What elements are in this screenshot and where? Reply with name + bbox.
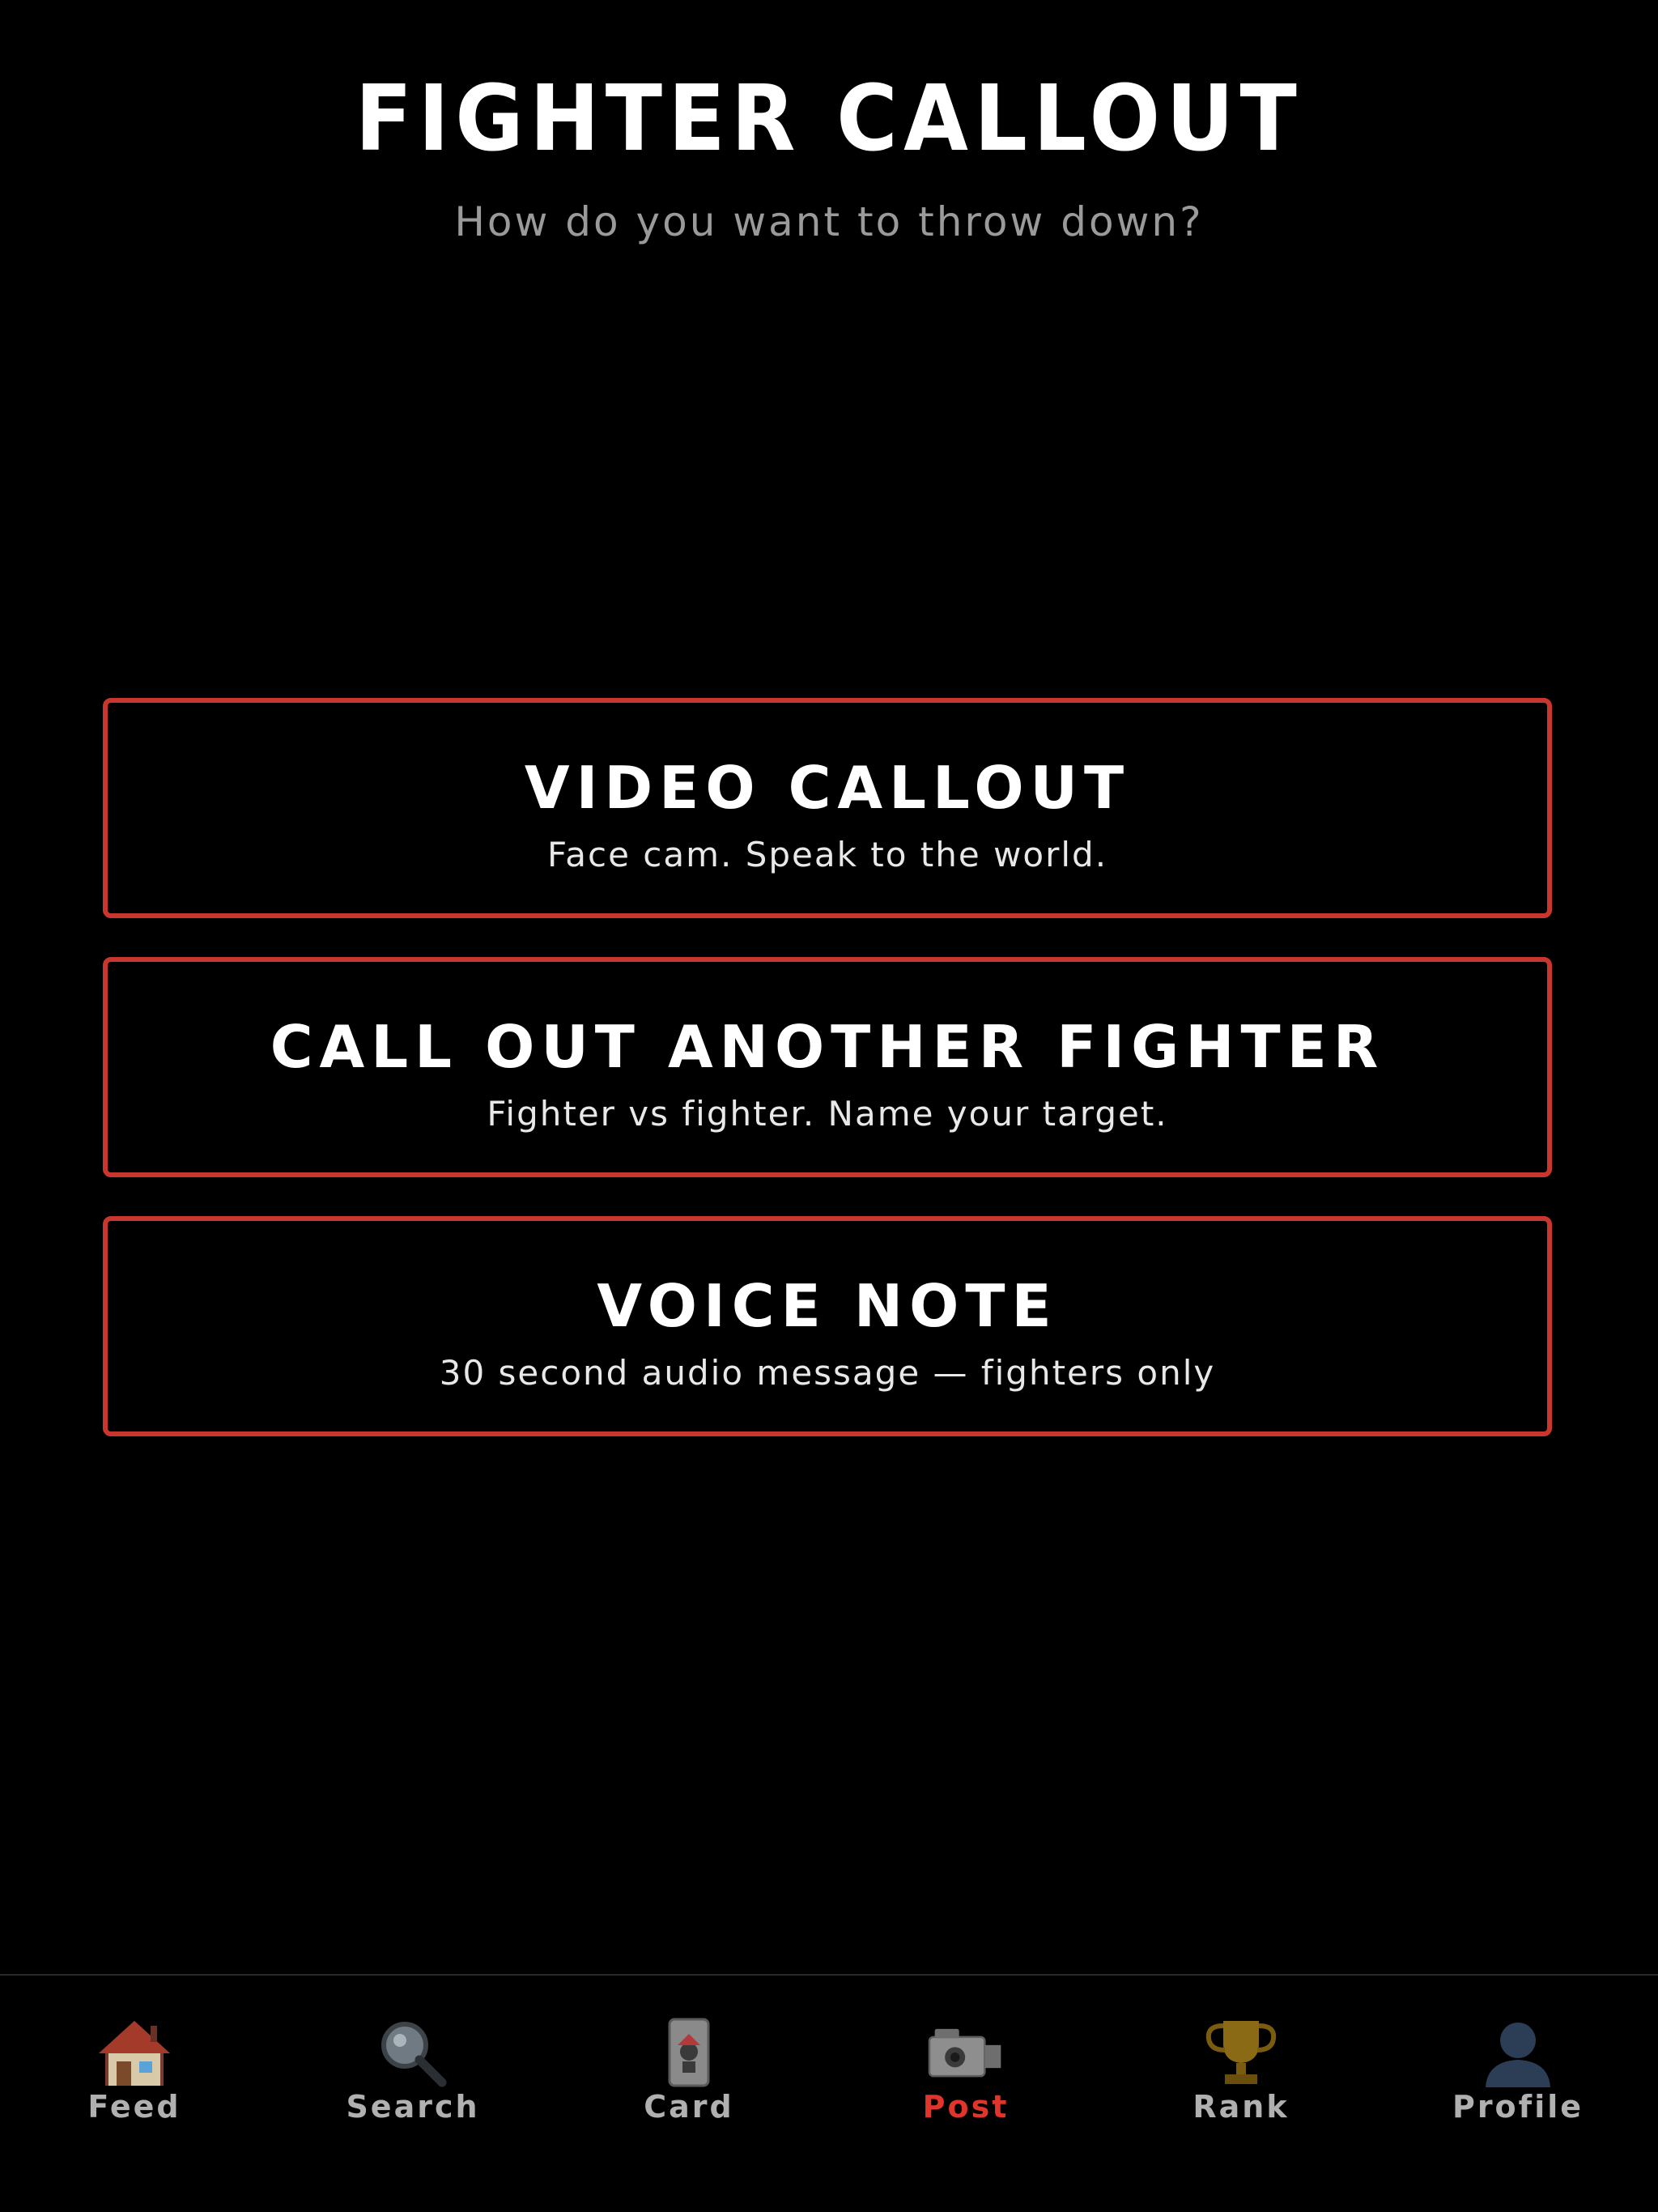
tab-label: Feed xyxy=(87,2089,181,2125)
joker-card-icon xyxy=(551,2016,827,2089)
option-title: VIDEO CALLOUT xyxy=(524,754,1131,822)
voice-note-option[interactable]: VOICE NOTE 30 second audio message — fig… xyxy=(103,1216,1552,1436)
option-description: 30 second audio message — fighters only xyxy=(439,1353,1216,1393)
tab-rank[interactable]: Rank xyxy=(1103,1976,1379,2138)
house-icon xyxy=(0,2016,272,2089)
video-camera-icon xyxy=(828,2016,1103,2089)
option-description: Face cam. Speak to the world. xyxy=(546,835,1108,874)
video-callout-option[interactable]: VIDEO CALLOUT Face cam. Speak to the wor… xyxy=(103,698,1552,918)
magnifying-glass-icon xyxy=(275,2016,551,2089)
tab-post[interactable]: Post xyxy=(828,1976,1103,2138)
call-out-fighter-option[interactable]: CALL OUT ANOTHER FIGHTER Fighter vs figh… xyxy=(103,957,1552,1177)
option-description: Fighter vs fighter. Name your target. xyxy=(487,1094,1168,1134)
bottom-tab-bar: Feed Search Card Post Rank Profile xyxy=(0,1974,1658,2212)
tab-label: Card xyxy=(644,2089,734,2125)
person-silhouette-icon xyxy=(1380,2016,1656,2089)
tab-label: Post xyxy=(922,2089,1010,2125)
tab-card[interactable]: Card xyxy=(551,1976,827,2138)
option-title: VOICE NOTE xyxy=(597,1272,1058,1340)
tab-label: Rank xyxy=(1192,2089,1290,2125)
tab-label: Profile xyxy=(1452,2089,1584,2125)
tab-label: Search xyxy=(346,2089,480,2125)
page-subtitle: How do you want to throw down? xyxy=(454,198,1204,245)
option-title: CALL OUT ANOTHER FIGHTER xyxy=(270,1013,1385,1081)
tab-profile[interactable]: Profile xyxy=(1380,1976,1656,2138)
tab-feed[interactable]: Feed xyxy=(0,1976,272,2138)
tab-search[interactable]: Search xyxy=(275,1976,551,2138)
trophy-icon xyxy=(1103,2016,1379,2089)
page-title: FIGHTER CALLOUT xyxy=(355,66,1303,172)
